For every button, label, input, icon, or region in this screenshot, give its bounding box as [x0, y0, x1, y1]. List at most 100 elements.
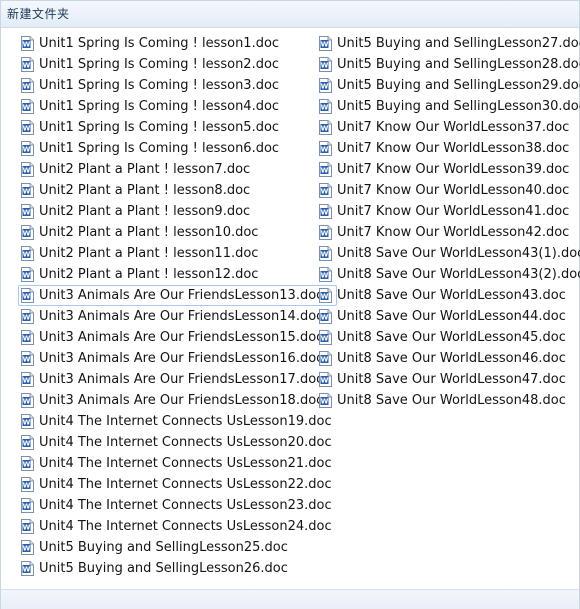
file-name: Unit7 Know Our WorldLesson38.doc	[337, 141, 570, 156]
file-name: Unit3 Animals Are Our FriendsLesson16.do…	[39, 351, 324, 366]
file-item[interactable]: W Unit5 Buying and SellingLesson27.doc	[316, 33, 580, 54]
file-list-view[interactable]: W Unit1 Spring Is Coming ! lesson1.doc W Un…	[1, 28, 580, 588]
word-document-icon: W	[21, 162, 34, 177]
file-item[interactable]: W Unit7 Know Our WorldLesson38.doc	[316, 138, 580, 159]
file-name: Unit8 Save Our WorldLesson45.doc	[337, 330, 566, 345]
file-item[interactable]: W Unit4 The Internet Connects UsLesson22.…	[18, 474, 337, 495]
file-item[interactable]: W Unit2 Plant a Plant ! lesson7.doc	[18, 159, 337, 180]
svg-text:W: W	[23, 314, 31, 322]
svg-text:W: W	[23, 566, 31, 574]
svg-text:W: W	[23, 125, 31, 133]
file-name: Unit5 Buying and SellingLesson29.doc	[337, 78, 580, 93]
explorer-window: 新建文件夹 W Unit1 Spring Is Coming ! lesson1.…	[0, 0, 580, 609]
file-item[interactable]: W Unit2 Plant a Plant ! lesson12.doc	[18, 264, 337, 285]
file-name: Unit2 Plant a Plant ! lesson7.doc	[39, 162, 251, 177]
word-document-icon: W	[21, 519, 34, 534]
svg-text:W: W	[23, 83, 31, 91]
file-item[interactable]: W Unit1 Spring Is Coming ! lesson3.doc	[18, 75, 337, 96]
word-document-icon: W	[21, 372, 34, 387]
file-item[interactable]: W Unit7 Know Our WorldLesson41.doc	[316, 201, 580, 222]
file-item[interactable]: W Unit3 Animals Are Our FriendsLesson17.d…	[18, 369, 337, 390]
file-item[interactable]: W Unit8 Save Our WorldLesson45.doc	[316, 327, 580, 348]
svg-text:W: W	[23, 62, 31, 70]
file-name: Unit3 Animals Are Our FriendsLesson13.do…	[39, 288, 324, 303]
file-item[interactable]: W Unit7 Know Our WorldLesson39.doc	[316, 159, 580, 180]
file-name: Unit5 Buying and SellingLesson25.doc	[39, 540, 288, 555]
file-item[interactable]: W Unit1 Spring Is Coming ! lesson5.doc	[18, 117, 337, 138]
word-document-icon: W	[319, 246, 332, 261]
file-name: Unit5 Buying and SellingLesson28.doc	[337, 57, 580, 72]
file-item[interactable]: W Unit8 Save Our WorldLesson48.doc	[316, 390, 580, 411]
file-name: Unit7 Know Our WorldLesson39.doc	[337, 162, 570, 177]
file-item[interactable]: W Unit1 Spring Is Coming ! lesson6.doc	[18, 138, 337, 159]
file-item[interactable]: W Unit4 The Internet Connects UsLesson23.…	[18, 495, 337, 516]
file-item[interactable]: W Unit8 Save Our WorldLesson47.doc	[316, 369, 580, 390]
svg-text:W: W	[23, 482, 31, 490]
word-document-icon: W	[21, 246, 34, 261]
svg-text:W: W	[23, 524, 31, 532]
file-item[interactable]: W Unit2 Plant a Plant ! lesson9.doc	[18, 201, 337, 222]
file-item[interactable]: W Unit4 The Internet Connects UsLesson24.…	[18, 516, 337, 537]
file-item[interactable]: W Unit8 Save Our WorldLesson43(2).doc	[316, 264, 580, 285]
word-document-icon: W	[319, 183, 332, 198]
svg-text:W: W	[321, 251, 329, 259]
file-name: Unit2 Plant a Plant ! lesson9.doc	[39, 204, 251, 219]
svg-text:W: W	[23, 41, 31, 49]
svg-text:W: W	[23, 356, 31, 364]
file-item[interactable]: W Unit3 Animals Are Our FriendsLesson18.d…	[18, 390, 337, 411]
file-name: Unit7 Know Our WorldLesson41.doc	[337, 204, 570, 219]
file-item[interactable]: W Unit7 Know Our WorldLesson42.doc	[316, 222, 580, 243]
file-item[interactable]: W Unit1 Spring Is Coming ! lesson1.doc	[18, 33, 337, 54]
file-item[interactable]: W Unit2 Plant a Plant ! lesson10.doc	[18, 222, 337, 243]
svg-text:W: W	[321, 125, 329, 133]
svg-text:W: W	[321, 167, 329, 175]
file-item[interactable]: W Unit8 Save Our WorldLesson43(1).doc	[316, 243, 580, 264]
file-item[interactable]: W Unit2 Plant a Plant ! lesson11.doc	[18, 243, 337, 264]
svg-text:W: W	[321, 41, 329, 49]
file-item[interactable]: W Unit3 Animals Are Our FriendsLesson14.d…	[18, 306, 337, 327]
word-document-icon: W	[21, 204, 34, 219]
file-name: Unit4 The Internet Connects UsLesson22.d…	[39, 477, 332, 492]
file-name: Unit1 Spring Is Coming ! lesson1.doc	[39, 36, 280, 51]
word-document-icon: W	[319, 99, 332, 114]
svg-text:W: W	[321, 62, 329, 70]
file-name: Unit5 Buying and SellingLesson30.doc	[337, 99, 580, 114]
svg-text:W: W	[321, 188, 329, 196]
word-document-icon: W	[21, 225, 34, 240]
word-document-icon: W	[21, 141, 34, 156]
word-document-icon: W	[21, 414, 34, 429]
file-name: Unit1 Spring Is Coming ! lesson5.doc	[39, 120, 280, 135]
word-document-icon: W	[319, 351, 332, 366]
file-name: Unit3 Animals Are Our FriendsLesson17.do…	[39, 372, 324, 387]
svg-text:W: W	[321, 293, 329, 301]
file-item[interactable]: W Unit5 Buying and SellingLesson25.doc	[18, 537, 337, 558]
file-item[interactable]: W Unit4 The Internet Connects UsLesson19.…	[18, 411, 337, 432]
svg-text:W: W	[23, 209, 31, 217]
word-document-icon: W	[319, 309, 332, 324]
file-item[interactable]: W Unit4 The Internet Connects UsLesson20.…	[18, 432, 337, 453]
file-name: Unit4 The Internet Connects UsLesson24.d…	[39, 519, 332, 534]
word-document-icon: W	[21, 36, 34, 51]
file-item[interactable]: W Unit3 Animals Are Our FriendsLesson15.d…	[18, 327, 337, 348]
file-item[interactable]: W Unit5 Buying and SellingLesson28.doc	[316, 54, 580, 75]
file-item[interactable]: W Unit4 The Internet Connects UsLesson21.…	[18, 453, 337, 474]
file-item[interactable]: W Unit5 Buying and SellingLesson26.doc	[18, 558, 337, 579]
file-name: Unit1 Spring Is Coming ! lesson2.doc	[39, 57, 280, 72]
file-item[interactable]: W Unit3 Animals Are Our FriendsLesson16.d…	[18, 348, 337, 369]
word-document-icon: W	[21, 435, 34, 450]
file-item[interactable]: W Unit2 Plant a Plant ! lesson8.doc	[18, 180, 337, 201]
svg-text:W: W	[321, 230, 329, 238]
file-item[interactable]: W Unit1 Spring Is Coming ! lesson4.doc	[18, 96, 337, 117]
file-item[interactable]: W Unit5 Buying and SellingLesson29.doc	[316, 75, 580, 96]
file-item[interactable]: W Unit1 Spring Is Coming ! lesson2.doc	[18, 54, 337, 75]
file-item[interactable]: W Unit3 Animals Are Our FriendsLesson13.d…	[18, 285, 337, 306]
svg-text:W: W	[23, 377, 31, 385]
file-item[interactable]: W Unit8 Save Our WorldLesson44.doc	[316, 306, 580, 327]
file-item[interactable]: W Unit8 Save Our WorldLesson46.doc	[316, 348, 580, 369]
file-item[interactable]: W Unit8 Save Our WorldLesson43.doc	[316, 285, 580, 306]
file-item[interactable]: W Unit7 Know Our WorldLesson37.doc	[316, 117, 580, 138]
file-item[interactable]: W Unit5 Buying and SellingLesson30.doc	[316, 96, 580, 117]
file-item[interactable]: W Unit7 Know Our WorldLesson40.doc	[316, 180, 580, 201]
word-document-icon: W	[21, 456, 34, 471]
file-name: Unit2 Plant a Plant ! lesson10.doc	[39, 225, 259, 240]
